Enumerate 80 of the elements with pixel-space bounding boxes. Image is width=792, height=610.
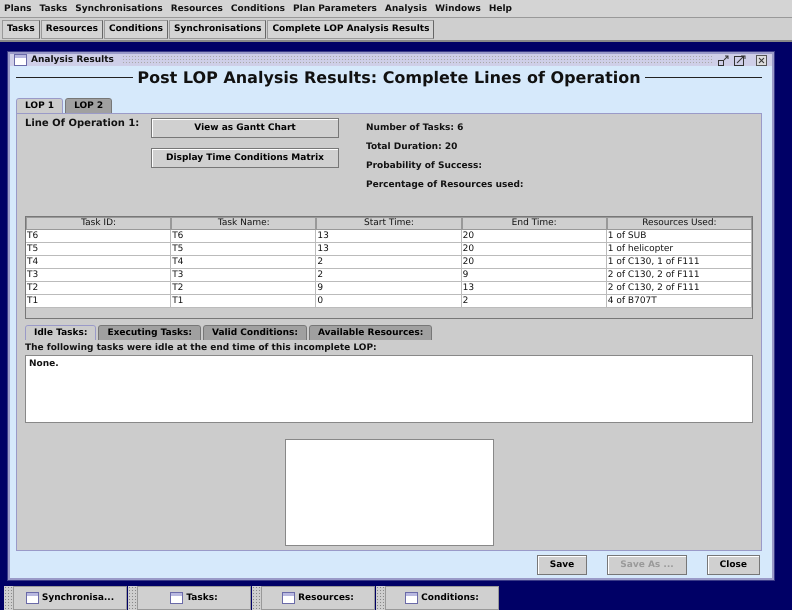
close-icon[interactable] (756, 54, 768, 66)
column-header[interactable]: End Time: (462, 217, 607, 230)
tab[interactable]: Available Resources: (308, 325, 432, 340)
tab[interactable]: Valid Conditions: (203, 325, 307, 340)
toolbar-button[interactable]: Tasks (2, 20, 40, 38)
table-cell: T4 (26, 256, 172, 269)
taskbar-button[interactable]: Resources: (261, 586, 375, 610)
table-cell: 2 (316, 256, 462, 269)
line-label: Line Of Operation 1: (25, 118, 140, 131)
stat-label: Percentage of Resources used: (366, 180, 524, 190)
tab[interactable]: Executing Tasks: (98, 325, 201, 340)
stat-label: Total Duration: 20 (366, 142, 458, 152)
window-icon (170, 592, 184, 604)
menu-item[interactable]: Resources (170, 4, 223, 14)
action-button[interactable]: Display Time Conditions Matrix (151, 148, 339, 168)
table-cell: 9 (462, 269, 607, 282)
menu-item[interactable]: Help (488, 4, 512, 14)
table-cell: T6 (26, 230, 172, 243)
menu-item[interactable]: Plans (4, 4, 32, 14)
menu-item[interactable]: Windows (435, 4, 481, 14)
table-cell: T5 (171, 243, 316, 256)
window-icon (405, 592, 418, 604)
window-title: Analysis Results (31, 55, 115, 65)
column-header[interactable]: Start Time: (316, 217, 462, 230)
table-cell: T3 (171, 269, 316, 282)
table-cell: 13 (316, 243, 462, 256)
taskbar-button[interactable]: Tasks: (137, 586, 251, 610)
caption: The following tasks were idle at the end time of this incomplete LOP: (25, 342, 378, 355)
window-icon (26, 592, 39, 604)
table-cell: 20 (462, 256, 607, 269)
table-cell: 1 of helicopter (606, 243, 752, 256)
table-cell: 2 of C130, 2 of F111 (606, 269, 752, 282)
table-cell: 2 of C130, 2 of F111 (606, 282, 752, 295)
text-content: None. (29, 359, 59, 369)
tab[interactable]: LOP 2 (65, 98, 112, 113)
menu-item[interactable]: Conditions (230, 4, 285, 14)
menu-item[interactable]: Analysis (384, 4, 428, 14)
tab[interactable]: Idle Tasks: (25, 325, 96, 340)
toolbar-button[interactable]: Complete LOP Analysis Results (267, 20, 434, 38)
tab[interactable]: LOP 1 (16, 98, 64, 113)
menu-item[interactable]: Tasks (40, 4, 68, 14)
table-cell: T6 (171, 230, 316, 243)
column-header[interactable]: Task ID: (26, 217, 172, 230)
table-cell: T3 (26, 269, 172, 282)
table-cell: T4 (171, 256, 316, 269)
maximize-icon[interactable] (734, 54, 746, 66)
toolbar-button[interactable]: Resources (40, 20, 103, 38)
table-cell: 13 (316, 230, 462, 243)
taskbar-button[interactable]: Synchronisa... (13, 586, 127, 610)
table-cell: 20 (462, 230, 607, 243)
taskbar-button[interactable]: Conditions: (385, 586, 499, 610)
table-cell: 9 (316, 282, 462, 295)
table-cell: T2 (171, 282, 316, 295)
toolbar-button[interactable]: Conditions (104, 20, 168, 38)
table-cell: 2 (316, 269, 462, 282)
action-button[interactable]: View as Gantt Chart (151, 118, 339, 138)
window-icon (14, 54, 27, 66)
column-header[interactable]: Task Name: (171, 217, 316, 230)
stat-label: Number of Tasks: 6 (366, 123, 464, 133)
dialog-button[interactable]: Close (706, 555, 760, 575)
toolbar-button[interactable]: Synchronisations (169, 20, 266, 38)
table-cell: 20 (462, 243, 607, 256)
table-cell: T2 (26, 282, 172, 295)
drag-handle[interactable] (128, 586, 137, 610)
table-cell: T5 (26, 243, 172, 256)
menu-item[interactable]: Plan Parameters (292, 4, 377, 14)
heading: Post LOP Analysis Results: Complete Lines of Operation (136, 68, 642, 86)
drag-handle[interactable] (376, 586, 385, 610)
table-cell: 13 (462, 282, 607, 295)
table-cell: 1 of C130, 1 of F111 (606, 256, 752, 269)
dialog-button[interactable]: Save (536, 555, 588, 575)
text-area[interactable]: None. (25, 355, 753, 423)
drag-handle[interactable] (252, 586, 261, 610)
window-icon (282, 592, 296, 604)
minimize-icon[interactable] (718, 54, 730, 66)
drag-handle[interactable] (4, 586, 13, 610)
stat-label: Probability of Success: (366, 161, 483, 171)
column-header[interactable]: Resources Used: (606, 217, 752, 230)
table-cell: 1 of SUB (606, 230, 752, 243)
menu-item[interactable]: Synchronisations (75, 4, 163, 14)
